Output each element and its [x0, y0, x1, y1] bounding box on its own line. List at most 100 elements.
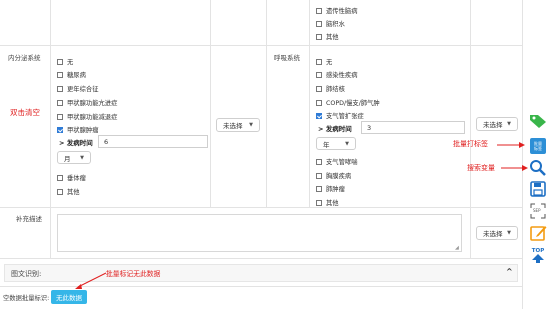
checkbox-box[interactable]: [316, 85, 322, 92]
select-value: 未选择: [483, 121, 503, 129]
endocrine-select[interactable]: 未选择 ▼: [216, 118, 260, 132]
supplement-textarea[interactable]: [57, 214, 462, 252]
annotation-arrow: [75, 272, 107, 289]
checkbox-box[interactable]: [57, 85, 63, 92]
checkbox-box[interactable]: [316, 58, 322, 65]
double-click-clear-note: 双击清空: [10, 108, 40, 117]
batch-tag-note: 批量打标签: [453, 140, 488, 148]
checkbox-label: 甲状腺功能减退症: [67, 114, 118, 121]
checkbox-box[interactable]: [316, 20, 322, 27]
grid-line: [266, 0, 267, 207]
checkbox-box[interactable]: [316, 99, 322, 106]
checkbox-box[interactable]: [316, 185, 322, 192]
checkbox-label: 胸膜疾病: [326, 173, 352, 180]
checkbox-hyperthyroidism[interactable]: 甲状腺功能亢进症: [57, 98, 117, 107]
respiratory-label: 呼吸系统: [274, 54, 300, 62]
checkbox-box[interactable]: [57, 126, 63, 133]
checkbox-label: 甲状腺功能亢进症: [67, 100, 118, 107]
checkbox-box[interactable]: [57, 58, 63, 65]
supplement-label: 补充描述: [16, 215, 42, 223]
select-value: 未选择: [223, 122, 243, 130]
checkbox-box[interactable]: [316, 112, 322, 119]
select-value: 未选择: [483, 230, 503, 238]
checkbox-other-neuro[interactable]: 其他: [316, 32, 339, 41]
checkbox-other-endocrine[interactable]: 其他: [57, 187, 80, 196]
checkbox-box[interactable]: [316, 71, 322, 78]
checkbox-menopause[interactable]: 更年综合征: [57, 84, 98, 93]
back-to-top-button[interactable]: TOP: [530, 246, 546, 264]
no-data-button[interactable]: 无此数据: [51, 290, 87, 304]
tag-icon[interactable]: [529, 113, 547, 129]
dropdown-arrow-icon: ▼: [345, 140, 349, 147]
checkbox-bronchiectasis[interactable]: 支气管扩张症: [316, 111, 364, 120]
dropdown-arrow-icon: ▼: [507, 121, 511, 127]
checkbox-copd[interactable]: COPD/慢支/肺气肿: [316, 98, 380, 107]
endocrine-label: 内分泌系统: [8, 54, 41, 62]
annotation-arrow: [501, 165, 528, 171]
grid-line: [470, 0, 471, 258]
respiratory-select[interactable]: 未选择 ▼: [476, 117, 518, 131]
search-icon[interactable]: [529, 159, 547, 177]
checkbox-asthma[interactable]: 支气管哮喘: [316, 157, 357, 166]
dropdown-arrow-icon: ▼: [507, 230, 511, 236]
grid-line: [309, 0, 310, 207]
checkbox-label: 糖尿病: [67, 72, 86, 79]
checkbox-box[interactable]: [316, 158, 322, 165]
batch-tag-button[interactable]: 批量 标签: [530, 138, 546, 154]
checkbox-box[interactable]: [57, 71, 63, 78]
checkbox-box[interactable]: [316, 172, 322, 179]
checkbox-label: 脑积水: [326, 21, 345, 28]
grid-line: [0, 45, 522, 46]
checkbox-other-respiratory[interactable]: 其他: [316, 198, 339, 207]
checkbox-respiratory-none[interactable]: 无: [316, 57, 332, 66]
checkbox-label: 甲状腺肿瘤: [67, 127, 99, 134]
checkbox-box[interactable]: [57, 174, 63, 181]
grid-line: [210, 0, 211, 207]
checkbox-hypothyroidism[interactable]: 甲状腺功能减退症: [57, 112, 117, 121]
chevron-up-icon[interactable]: ^: [506, 267, 513, 276]
checkbox-label: 其他: [326, 200, 339, 207]
checkbox-thyroid-tumor[interactable]: 甲状腺肿瘤: [57, 125, 98, 134]
checkbox-box[interactable]: [316, 33, 322, 40]
checkbox-label: 遗传性脑病: [326, 8, 358, 15]
checkbox-label: 无: [326, 59, 333, 66]
checkbox-label: 其他: [326, 34, 339, 41]
checkbox-infectious[interactable]: 感染性疾病: [316, 70, 357, 79]
checkbox-label: 更年综合征: [67, 86, 99, 93]
checkbox-box[interactable]: [316, 7, 322, 14]
duration-unit-select[interactable]: 年 ▼: [316, 137, 356, 150]
checkbox-label: 肺肿瘤: [326, 186, 345, 193]
empty-batch-label: 空数据批量标识:: [3, 295, 50, 302]
checkbox-label: 其他: [67, 189, 80, 196]
checkbox-pituitary-tumor[interactable]: 垂体瘤: [57, 173, 86, 182]
dropdown-arrow-icon: ▼: [80, 154, 84, 161]
resize-handle-icon[interactable]: ◢: [455, 245, 459, 251]
checkbox-tuberculosis[interactable]: 肺结核: [316, 84, 345, 93]
select-value: 年: [323, 140, 330, 149]
grid-line: [0, 207, 522, 208]
checkbox-endocrine-none[interactable]: 无: [57, 57, 73, 66]
checkbox-hereditary-encephalopathy[interactable]: 遗传性脑病: [316, 6, 357, 15]
checkbox-box[interactable]: [316, 199, 322, 206]
sep-icon[interactable]: SEP: [530, 203, 546, 219]
checkbox-label: COPD/慢支/肺气肿: [326, 100, 380, 107]
duration-input[interactable]: 3: [361, 121, 465, 134]
duration-unit-select[interactable]: 月 ▼: [57, 151, 91, 164]
save-icon[interactable]: [530, 181, 546, 197]
checkbox-hydrocephalus[interactable]: 脑积水: [316, 19, 345, 28]
checkbox-pleural-disease[interactable]: 胸膜疾病: [316, 171, 351, 180]
checkbox-diabetes[interactable]: 糖尿病: [57, 70, 86, 79]
search-var-note: 搜索变量: [467, 164, 495, 172]
checkbox-box[interactable]: [57, 188, 63, 195]
duration-input[interactable]: 6: [98, 135, 208, 148]
edit-icon[interactable]: [530, 224, 547, 241]
checkbox-box[interactable]: [57, 113, 63, 120]
checkbox-label: 垂体瘤: [67, 175, 86, 182]
batch-tag-text: 标签: [534, 146, 542, 151]
checkbox-lung-tumor[interactable]: 肺肿瘤: [316, 184, 345, 193]
supplement-select[interactable]: 未选择 ▼: [476, 226, 518, 240]
checkbox-box[interactable]: [57, 99, 63, 106]
checkbox-label: 感染性疾病: [326, 72, 358, 79]
checkbox-label: 支气管哮喘: [326, 159, 358, 166]
duration-label: > 发病时间: [59, 139, 93, 147]
